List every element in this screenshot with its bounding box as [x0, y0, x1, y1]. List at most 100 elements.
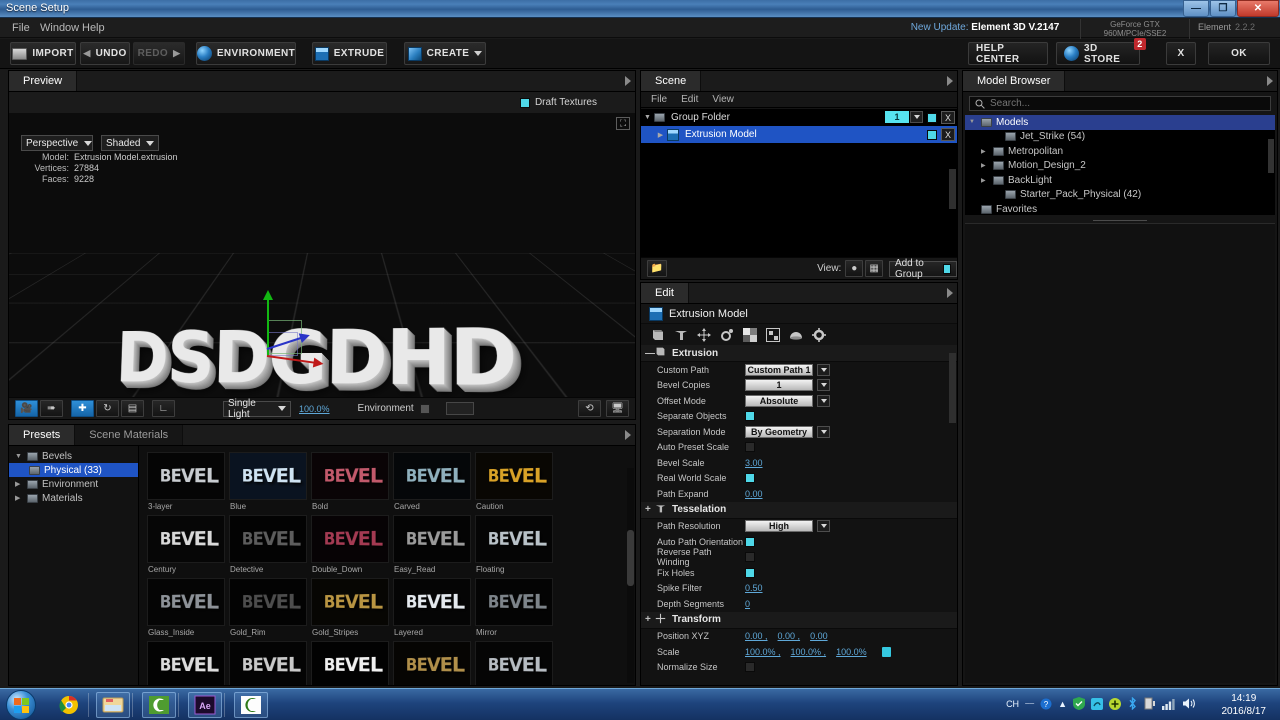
browser-tree-item[interactable]: ▶ BackLight [965, 173, 1275, 188]
twisty-icon[interactable]: ▶ [981, 177, 989, 184]
preset-item[interactable]: BEVEL Gold_Stripes [311, 578, 389, 637]
scene-menu-view[interactable]: View [712, 94, 734, 105]
panel-menu-arrow-icon[interactable] [625, 76, 631, 86]
browser-tree-item[interactable]: ▶ Motion_Design_2 [965, 159, 1275, 174]
preset-item[interactable]: BEVEL Gold_Rim [229, 578, 307, 637]
preset-item[interactable]: BEVEL Blue [229, 452, 307, 511]
scene-row-extrusion-model[interactable]: ▶ Extrusion Model X [641, 126, 957, 143]
tray-help-icon[interactable]: ? [1040, 698, 1052, 710]
tree-item-environment[interactable]: ▶ Environment [9, 477, 138, 491]
scene-row-group-folder[interactable]: ▼ Group Folder 1 X [641, 109, 957, 126]
preset-thumbnail[interactable]: BEVEL [311, 641, 389, 685]
property-number[interactable]: 0.00 [810, 631, 828, 641]
tray-removable-drive-icon[interactable] [1144, 697, 1156, 710]
property-number[interactable]: 0.00 , [778, 631, 801, 641]
preset-item[interactable]: BEVEL Double_Down [311, 515, 389, 574]
preset-thumbnail[interactable]: BEVEL [475, 515, 553, 563]
tray-network-tool-icon[interactable] [1091, 697, 1103, 710]
property-checkbox[interactable] [745, 662, 755, 673]
preset-thumbnail[interactable]: BEVEL [475, 578, 553, 626]
preset-item[interactable]: BEVEL Mirror [475, 578, 553, 637]
view-solid-button[interactable]: ● [845, 260, 864, 277]
twisty-icon[interactable]: ▼ [641, 114, 654, 121]
tab-scene-materials[interactable]: Scene Materials [75, 425, 184, 445]
transform-gizmo[interactable] [263, 290, 357, 388]
section-header-tesselation[interactable]: + Tesselation [641, 501, 957, 519]
quicklaunch-chrome-icon[interactable] [52, 692, 86, 718]
scene-scrollbar[interactable] [949, 169, 956, 209]
panel-menu-arrow-icon[interactable] [947, 76, 953, 86]
preset-thumbnail[interactable]: BEVEL [229, 452, 307, 500]
tree-item-physical[interactable]: Physical (33) [9, 463, 138, 477]
add-to-group-checkbox[interactable] [943, 263, 951, 274]
preset-item[interactable]: BEVELOutline_Only [311, 641, 389, 685]
tray-keyboard-icon[interactable]: ⎯⎯ [1025, 698, 1034, 709]
chevron-down-icon[interactable] [817, 363, 830, 376]
search-input[interactable] [990, 98, 1230, 109]
twisty-icon[interactable]: ▼ [969, 119, 977, 125]
preset-thumbnail[interactable]: BEVEL [311, 578, 389, 626]
preset-item[interactable]: BEVELOutline_Black [229, 641, 307, 685]
preset-item[interactable]: BEVEL Bold [311, 452, 389, 511]
taskbar-after-effects-icon[interactable]: Ae [188, 692, 222, 718]
preset-thumbnail[interactable]: BEVEL [393, 452, 471, 500]
axis-tool-button[interactable]: ∟ [152, 400, 175, 417]
tab-edit[interactable]: Edit [641, 283, 689, 303]
tray-security-icon[interactable] [1073, 697, 1085, 710]
browser-scrollbar[interactable] [1268, 139, 1274, 173]
environment-swatch[interactable] [419, 403, 430, 414]
preset-item[interactable]: BEVEL Detective [229, 515, 307, 574]
collapse-toggle-icon[interactable]: — [645, 348, 655, 359]
shading-mode-dropdown[interactable]: Shaded [101, 135, 159, 151]
preset-item[interactable]: BEVEL [475, 641, 553, 685]
browser-tree-item[interactable]: Jet_Strike (54) [965, 130, 1275, 145]
environment-field[interactable] [445, 402, 474, 415]
lock-icon[interactable] [881, 646, 891, 657]
twisty-icon[interactable]: ▶ [981, 162, 989, 169]
tab-model-browser[interactable]: Model Browser [963, 71, 1066, 91]
property-number[interactable]: 0.00 , [745, 631, 768, 641]
import-button[interactable]: IMPORT [10, 42, 76, 65]
extrude-button[interactable]: EXTRUDE [312, 42, 387, 65]
update-notice[interactable]: New Update: Element 3D V.2147 [900, 22, 1070, 33]
redo-button[interactable]: REDO ▶ [133, 42, 185, 65]
property-dropdown[interactable]: By Geometry [745, 425, 813, 438]
taskbar-clock[interactable]: 14:19 2016/8/17 [1222, 692, 1267, 718]
tree-item-bevels[interactable]: ▼ Bevels [9, 449, 138, 463]
light-intensity-value[interactable]: 100.0% [299, 404, 330, 414]
twisty-icon[interactable]: ▶ [654, 131, 667, 139]
property-checkbox[interactable] [745, 536, 755, 547]
chevron-down-icon[interactable] [817, 520, 830, 533]
settings-tab-icon[interactable] [720, 328, 734, 342]
reset-view-button[interactable]: ⟲ [578, 400, 601, 417]
transform-tab-icon[interactable] [697, 327, 711, 342]
move-tool-button[interactable]: ✚ [71, 400, 94, 417]
camera-mode-dropdown[interactable]: Perspective [21, 135, 93, 151]
add-to-group-button[interactable]: Add to Group [888, 258, 957, 280]
delete-button[interactable]: X [941, 111, 955, 124]
menu-file[interactable]: File [12, 22, 30, 34]
group-tab-icon[interactable] [766, 327, 780, 342]
3d-store-button[interactable]: 3D STORE 2 [1056, 38, 1146, 65]
preset-thumbnail[interactable]: BEVEL [475, 641, 553, 685]
property-number[interactable]: 0.50 [745, 583, 763, 593]
edit-scrollbar[interactable] [949, 353, 956, 423]
preset-thumbnail[interactable]: BEVEL [147, 452, 225, 500]
menu-window[interactable]: Window [40, 22, 79, 34]
tray-input-language[interactable]: CH [1006, 699, 1019, 709]
scrollbar-thumb[interactable] [627, 530, 634, 586]
preset-item[interactable]: BEVEL Glass_Inside [147, 578, 225, 637]
tray-bluetooth-icon[interactable] [1127, 697, 1138, 710]
property-checkbox[interactable] [745, 567, 755, 578]
draft-textures-checkbox[interactable] [519, 97, 530, 108]
preset-thumbnail[interactable]: BEVEL [229, 641, 307, 685]
section-header-extrusion[interactable]: — Extrusion [641, 345, 957, 362]
cancel-button[interactable]: X [1166, 42, 1196, 65]
minimize-button[interactable]: — [1183, 0, 1209, 17]
visibility-checkbox[interactable] [927, 113, 937, 123]
property-number[interactable]: 100.0% [836, 647, 867, 657]
browser-search[interactable] [969, 96, 1271, 111]
tab-presets[interactable]: Presets [9, 425, 76, 445]
preset-item[interactable]: BEVELOreo [147, 641, 225, 685]
tab-preview[interactable]: Preview [9, 71, 78, 91]
